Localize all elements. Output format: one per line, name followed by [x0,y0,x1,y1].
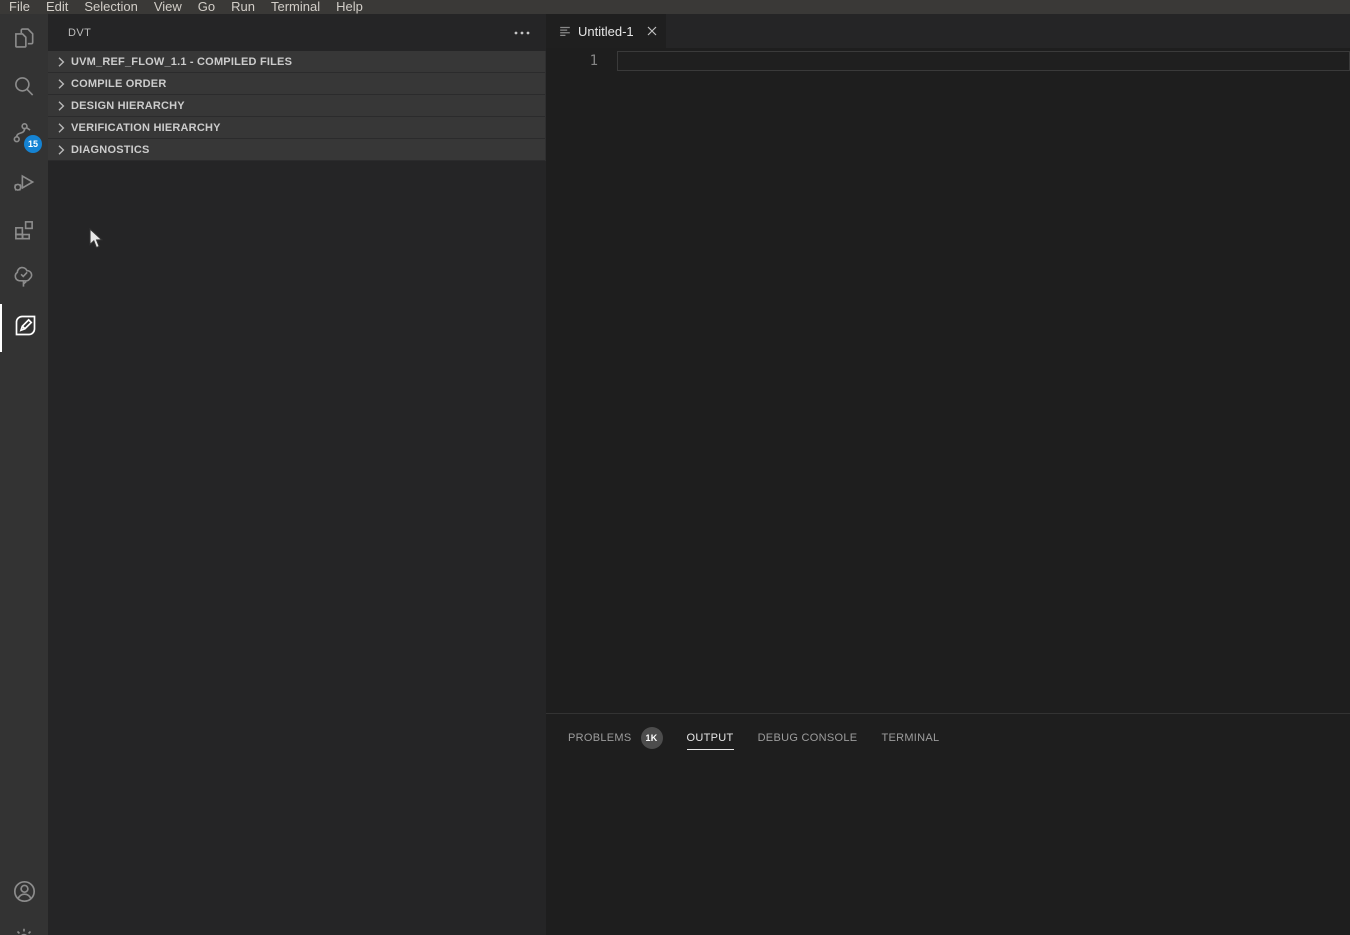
activitybar-source-control[interactable]: 15 [0,112,48,160]
section-verification-hierarchy[interactable]: VERIFICATION HIERARCHY [48,117,545,139]
tree-check-icon [11,265,37,296]
activitybar-dvt[interactable] [0,304,48,352]
run-debug-icon [11,169,37,200]
editor-tab-bar: Untitled-1 [546,14,1350,48]
files-icon [11,25,37,56]
panel-tab-output[interactable]: OUTPUT [687,726,734,750]
chevron-right-icon [53,142,69,158]
menu-view[interactable]: View [146,0,190,14]
activitybar-accounts[interactable] [0,870,48,918]
menu-help[interactable]: Help [328,0,371,14]
file-icon [558,24,572,38]
source-control-badge: 15 [24,135,42,153]
menu-edit[interactable]: Edit [38,0,76,14]
vscode-window: File Edit Selection View Go Run Terminal… [0,0,1350,935]
bottom-panel: PROBLEMS 1K OUTPUT DEBUG CONSOLE TERMINA… [546,713,1350,935]
chevron-right-icon [53,76,69,92]
line-number: 1 [546,50,598,72]
activitybar-explorer[interactable] [0,16,48,64]
menu-selection[interactable]: Selection [76,0,145,14]
activitybar-run-debug[interactable] [0,160,48,208]
section-compiled-files[interactable]: UVM_REF_FLOW_1.1 - COMPILED FILES [48,51,545,73]
problems-count-badge: 1K [641,727,663,749]
panel-tab-problems[interactable]: PROBLEMS 1K [568,721,663,754]
tab-untitled-1[interactable]: Untitled-1 [546,14,666,48]
menu-file[interactable]: File [1,0,38,14]
current-line-highlight [617,51,1350,71]
activity-bar: 15 [0,14,48,935]
menu-go[interactable]: Go [190,0,223,14]
editor-area[interactable]: 1 [546,48,1350,713]
sidebar-dvt-view: DVT UVM_REF_FLOW_1.1 - COMPILED FILES CO… [48,14,546,935]
menu-bar: File Edit Selection View Go Run Terminal… [0,0,1350,14]
close-icon[interactable] [644,23,660,39]
more-actions-icon[interactable] [512,24,532,42]
activitybar-extensions[interactable] [0,208,48,256]
chevron-right-icon [53,54,69,70]
extensions-icon [11,217,37,248]
activitybar-search[interactable] [0,64,48,112]
search-icon [11,73,37,104]
sidebar-sections: UVM_REF_FLOW_1.1 - COMPILED FILES COMPIL… [48,51,546,161]
menu-run[interactable]: Run [223,0,263,14]
gear-icon [11,925,37,935]
panel-tab-debug-console[interactable]: DEBUG CONSOLE [758,726,858,749]
section-diagnostics[interactable]: DIAGNOSTICS [48,139,545,161]
sidebar-header: DVT [48,14,546,51]
mouse-pointer [89,228,104,255]
chevron-right-icon [53,120,69,136]
section-compile-order[interactable]: COMPILE ORDER [48,73,545,95]
panel-tab-terminal[interactable]: TERMINAL [881,726,939,749]
menu-terminal[interactable]: Terminal [263,0,328,14]
section-design-hierarchy[interactable]: DESIGN HIERARCHY [48,95,545,117]
activitybar-settings[interactable] [0,916,48,935]
chevron-right-icon [53,98,69,114]
account-icon [11,878,38,910]
panel-tab-bar: PROBLEMS 1K OUTPUT DEBUG CONSOLE TERMINA… [568,721,963,754]
editor-group: Untitled-1 1 [546,14,1350,713]
sidebar-title: DVT [68,27,91,39]
dvt-pencil-icon [12,312,39,344]
tab-label: Untitled-1 [578,24,634,39]
activitybar-verification-tree[interactable] [0,256,48,304]
